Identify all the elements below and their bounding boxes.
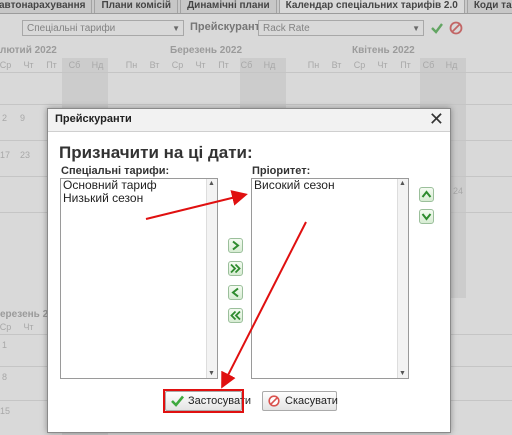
scroll-up-icon[interactable]: ▲ [208,180,215,187]
cancel-button[interactable]: Скасувати [262,391,338,411]
chevron-up-icon [421,190,432,198]
move-left-button[interactable] [228,285,243,300]
double-chevron-right-icon [230,263,241,274]
available-tariffs-label: Спеціальні тарифи: [61,165,170,177]
priority-list[interactable]: Високий сезон ▲ ▼ [251,178,409,379]
scrollbar[interactable]: ▲ ▼ [206,179,217,378]
highlight-box [163,389,244,413]
priority-label: Пріоритет: [252,165,311,177]
chevron-right-icon [232,240,240,251]
cancel-button-label: Скасувати [285,395,338,407]
dialog-heading: Призначити на ці дати: [59,143,253,162]
no-entry-icon [268,395,280,407]
scroll-down-icon[interactable]: ▼ [399,370,406,377]
priority-down-button[interactable] [419,209,434,224]
dialog-title: Прейскуранти [55,113,132,125]
available-tariffs-list[interactable]: Основний тариф Низький сезон ▲ ▼ [60,178,218,379]
chevron-left-icon [231,287,239,298]
priority-up-button[interactable] [419,187,434,202]
move-all-right-button[interactable] [228,261,243,276]
scrollbar[interactable]: ▲ ▼ [397,179,408,378]
dialog-header: Прейскуранти ✕ [48,109,450,132]
move-right-button[interactable] [228,238,243,253]
list-item[interactable]: Високий сезон [252,179,408,192]
close-icon[interactable]: ✕ [429,110,444,128]
price-lists-dialog: Прейскуранти ✕ Призначити на ці дати: Сп… [47,108,451,433]
list-item[interactable]: Низький сезон [61,192,217,205]
move-all-left-button[interactable] [228,308,243,323]
scroll-up-icon[interactable]: ▲ [399,180,406,187]
scroll-down-icon[interactable]: ▼ [208,370,215,377]
double-chevron-left-icon [230,310,241,321]
chevron-down-icon [421,213,432,221]
